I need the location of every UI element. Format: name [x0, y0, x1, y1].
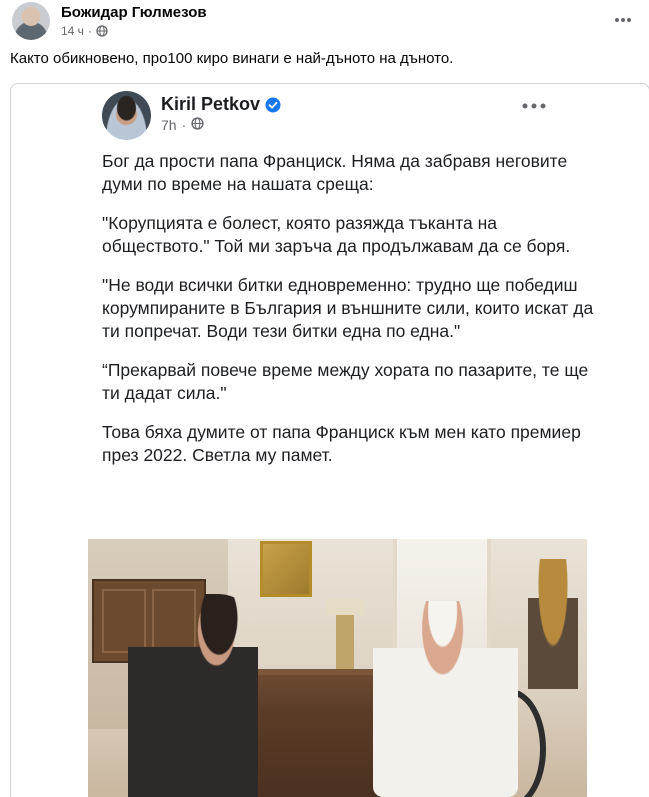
embedded-paragraph: "Не води всички битки едновременно: труд…: [102, 275, 594, 341]
photo-lamp: [326, 599, 364, 669]
more-options-icon[interactable]: [609, 6, 637, 34]
verified-badge-icon: [265, 97, 281, 113]
embedded-author-avatar: [102, 91, 151, 140]
embedded-paragraph: "Корупцията е болест, която разяжда тъка…: [102, 213, 571, 256]
embedded-photo: [88, 539, 587, 797]
embedded-timestamp: 7h: [161, 117, 177, 133]
globe-icon: [96, 25, 108, 37]
embedded-paragraph: Бог да прости папа Франциск. Няма да заб…: [102, 151, 568, 194]
embedded-post-body: Бог да прости папа Франциск. Няма да заб…: [102, 150, 602, 483]
embedded-paragraph: “Прекарвай повече време между хората по …: [102, 360, 589, 403]
photo-person-left: [128, 594, 258, 797]
post-meta: 14 ч ·: [61, 24, 108, 38]
embedded-meta-separator: ·: [181, 117, 187, 133]
embedded-meta: 7h ·: [161, 117, 204, 133]
embedded-author-row: Kiril Petkov: [161, 94, 281, 115]
photo-painting: [260, 541, 312, 597]
author-name[interactable]: Божидар Гюлмезов: [61, 4, 207, 21]
photo-person-right: [373, 601, 518, 797]
attached-screenshot[interactable]: Kiril Petkov 7h · Бог да прости папа Фра…: [10, 83, 649, 797]
embedded-more-icon: [522, 92, 546, 115]
embedded-author-name: Kiril Petkov: [161, 94, 261, 114]
meta-separator: ·: [87, 24, 92, 38]
post-timestamp[interactable]: 14 ч: [61, 24, 84, 38]
embedded-globe-icon: [191, 117, 204, 133]
author-avatar[interactable]: [12, 2, 50, 40]
post-header: Божидар Гюлмезов 14 ч ·: [12, 2, 637, 42]
embedded-paragraph: Това бяха думите от папа Франциск към ме…: [102, 422, 581, 465]
post-text: Както обикновено, про100 киро винаги е н…: [10, 50, 454, 67]
photo-statue: [528, 559, 578, 689]
